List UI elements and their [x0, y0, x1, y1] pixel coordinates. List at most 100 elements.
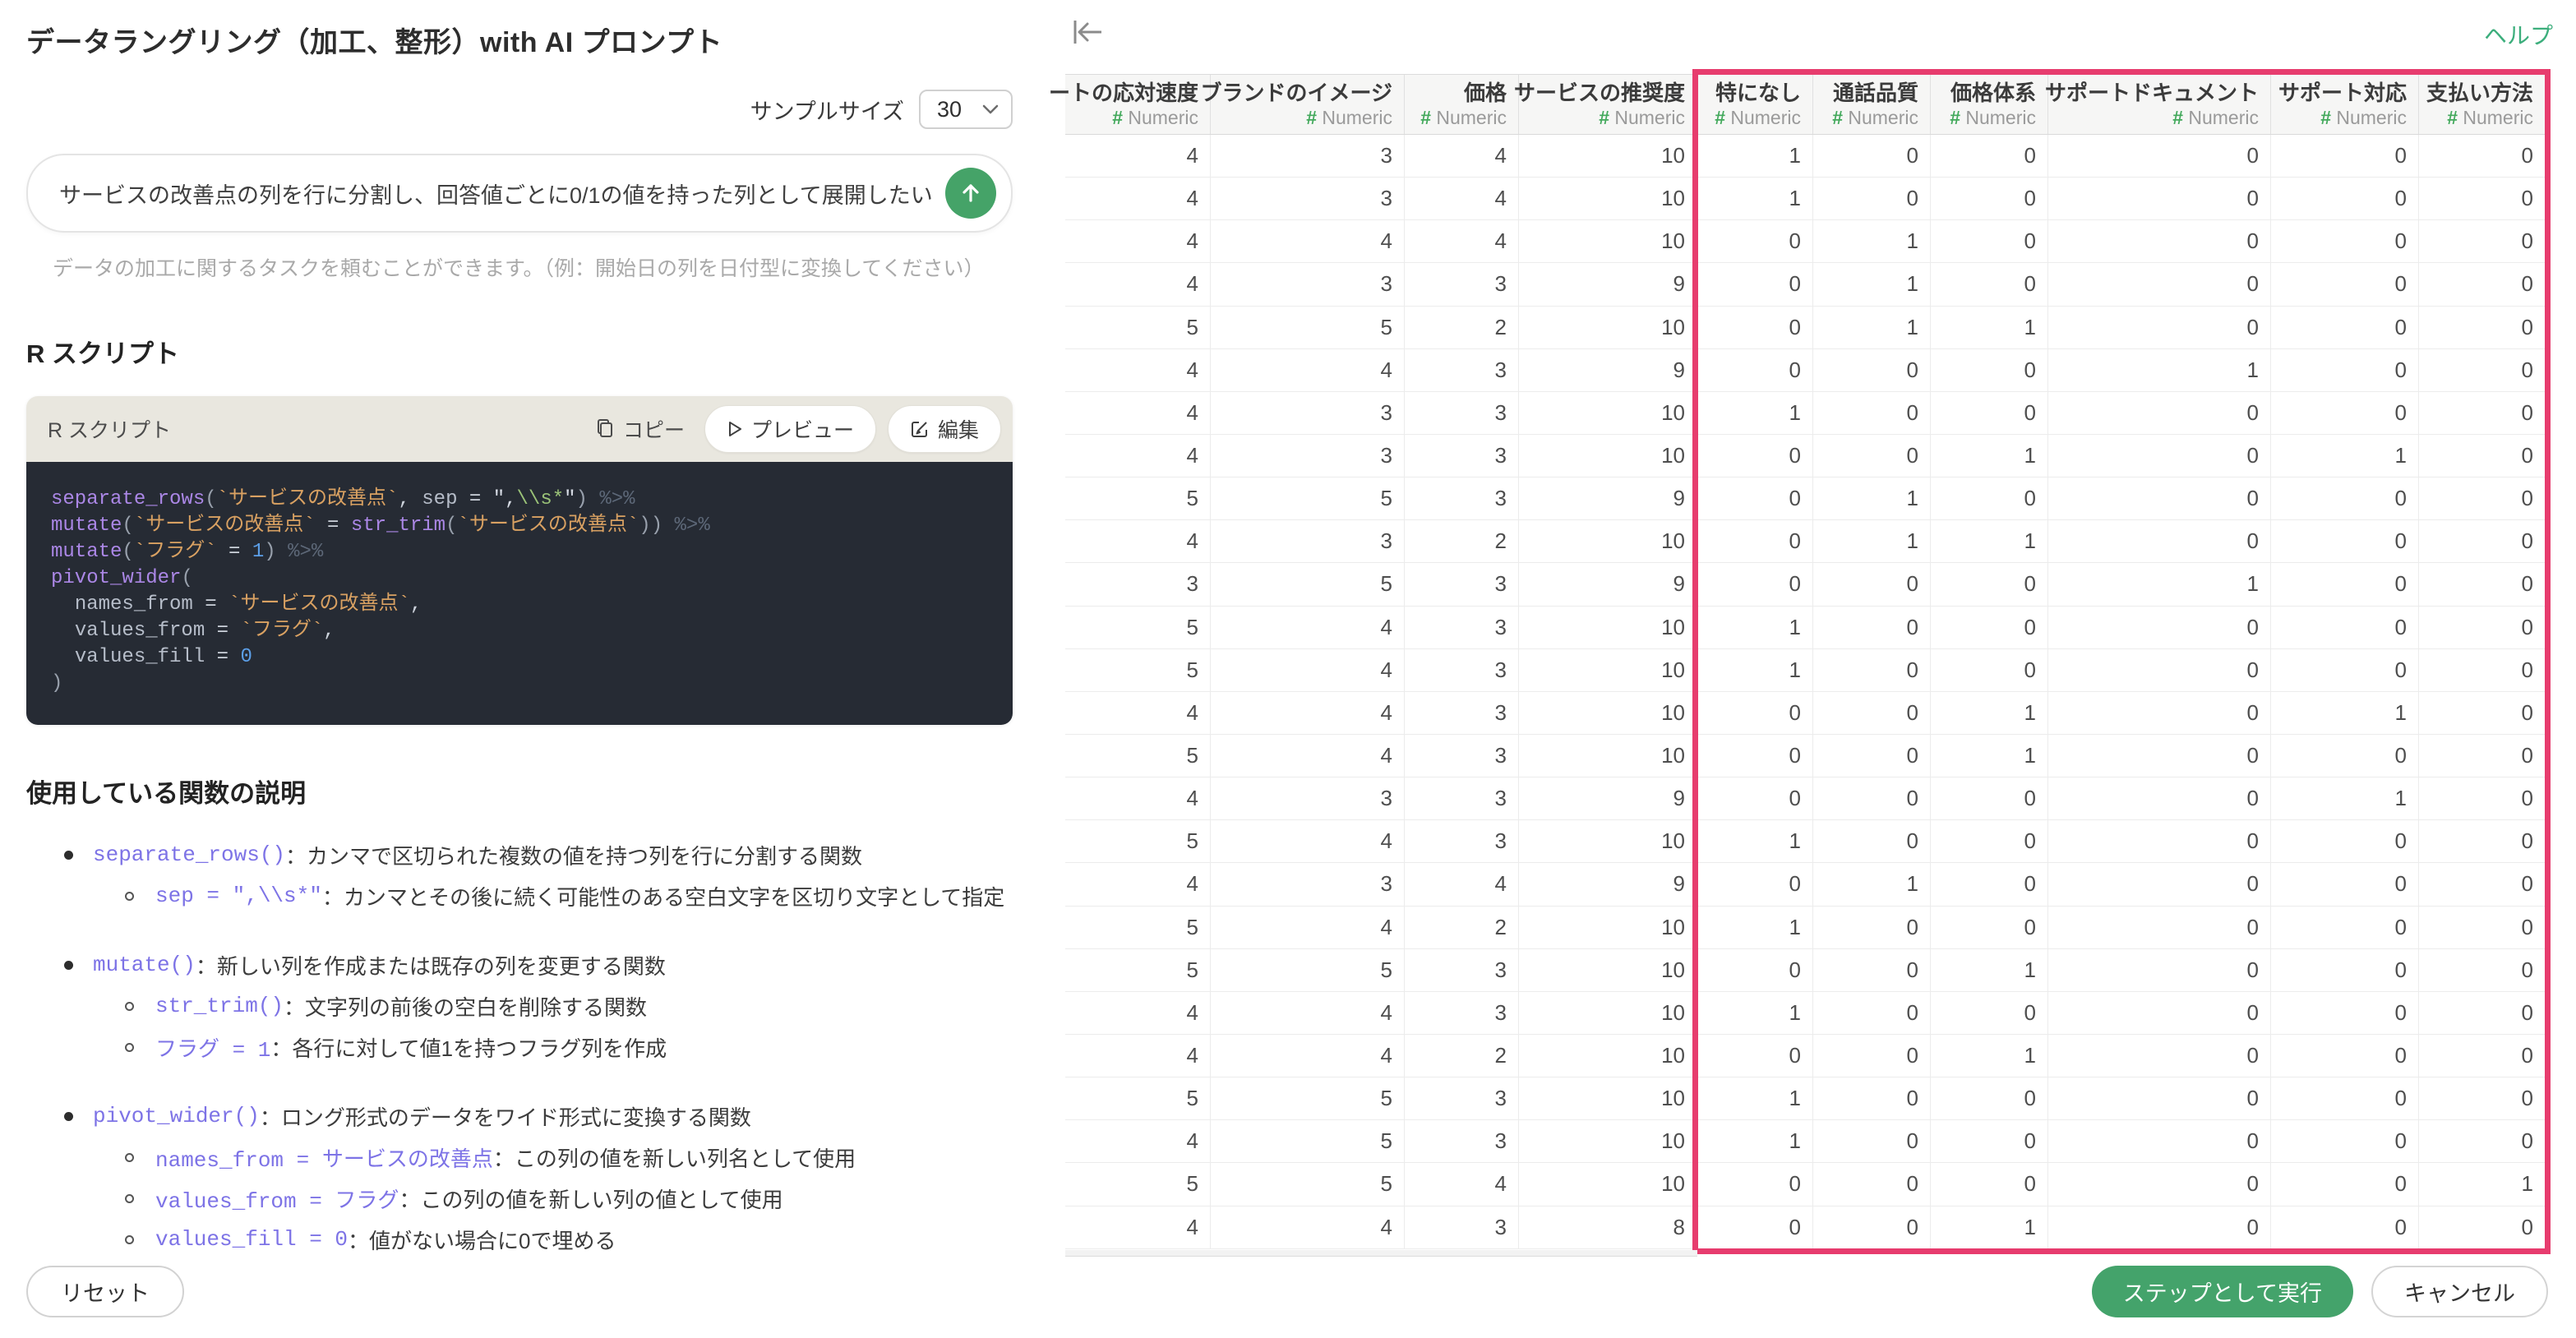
table-cell: 0 [2048, 948, 2271, 991]
table-cell: 0 [1813, 1077, 1931, 1120]
function-code: values_from = フラグ [155, 1188, 399, 1214]
table-cell: 1 [1697, 648, 1813, 691]
table-cell: 4 [1405, 135, 1519, 178]
column-type: # Numeric [1715, 107, 1801, 128]
prompt-input[interactable]: サービスの改善点の列を行に分割し、回答値ごとに0/1の値を持った列として展開した… [26, 154, 1013, 233]
collapse-panel-button[interactable] [1069, 13, 1106, 51]
table-cell: 0 [1813, 820, 1931, 863]
bullet-icon [125, 1193, 134, 1203]
function-item: sep = ",\\s*" ：カンマとその後に続く可能性のある空白文字を区切り文字… [0, 875, 1065, 916]
table-cell: 0 [2271, 348, 2419, 391]
table-cell: 10 [1519, 391, 1697, 434]
table-cell: 0 [1697, 691, 1813, 734]
table-cell: 0 [1931, 391, 2048, 434]
table-cell: 4 [1065, 135, 1211, 178]
table-cell: 0 [2048, 1034, 2271, 1077]
table-cell: 0 [1697, 734, 1813, 777]
column-header[interactable]: サポートドキュメント # Numeric [2045, 75, 2271, 134]
table-cell: 10 [1519, 520, 1697, 563]
table-cell: 3 [1405, 648, 1519, 691]
table-cell: 3 [1405, 348, 1519, 391]
table-cell: 1 [1813, 478, 1931, 520]
table-cell: 3 [1405, 391, 1519, 434]
function-item: str_trim() ：文字列の前後の空白を削除する関数 [0, 985, 1065, 1027]
table-cell: 1 [1697, 178, 1813, 220]
table-cell: 1 [2419, 1163, 2546, 1206]
submit-prompt-button[interactable] [945, 168, 996, 219]
table-cell: 0 [1931, 178, 2048, 220]
edit-button-label: 編集 [937, 419, 979, 442]
table-cell: 10 [1519, 1034, 1697, 1077]
column-header[interactable]: ートの応対速度 # Numeric [1049, 75, 1211, 134]
function-code: mutate() [93, 953, 196, 977]
function-item: pivot_wider() ：ロング形式のデータをワイド形式に変換する関数 [0, 1096, 1065, 1137]
cancel-button[interactable]: キャンセル [2371, 1266, 2548, 1317]
app-window: データラングリング（加工、整形）with AI プロンプト サンプルサイズ 30… [0, 0, 2576, 1338]
table-cell: 9 [1519, 478, 1697, 520]
column-header[interactable]: 支払い方法 # Numeric [2419, 75, 2546, 134]
table-cell: 0 [1813, 948, 1931, 991]
table-cell: 4 [1065, 1034, 1211, 1077]
table-row: 4349010000 [1065, 863, 2546, 907]
table-cell: 0 [2419, 520, 2546, 563]
functions-section-heading: 使用している関数の説明 [26, 779, 307, 808]
table-cell: 3 [1211, 178, 1405, 220]
column-header[interactable]: 通話品質 # Numeric [1813, 75, 1931, 134]
table-cell: 0 [1813, 1120, 1931, 1163]
table-cell: 10 [1519, 606, 1697, 648]
table-cell: 4 [1211, 991, 1405, 1034]
table-cell: 0 [1931, 348, 2048, 391]
table-cell: 0 [2271, 220, 2419, 263]
table-cell: 3 [1405, 991, 1519, 1034]
function-description: ：文字列の前後の空白を削除する関数 [284, 994, 648, 1020]
table-cell: 0 [1813, 348, 1931, 391]
table-cell: 0 [1931, 135, 2048, 178]
table-cell: 3 [1211, 135, 1405, 178]
edit-button[interactable]: 編集 [887, 405, 1001, 453]
table-cell: 5 [1211, 1077, 1405, 1120]
run-step-button[interactable]: ステップとして実行 [2091, 1266, 2353, 1317]
table-cell: 10 [1519, 135, 1697, 178]
table-cell: 4 [1065, 991, 1211, 1034]
function-item: names_from = サービスの改善点 ：この列の値を新しい列名として使用 [0, 1137, 1065, 1178]
function-description: ：新しい列を作成または既存の列を変更する関数 [195, 953, 666, 979]
help-link[interactable]: ヘルプ [2484, 18, 2553, 51]
preview-button[interactable]: プレビュー [704, 405, 876, 453]
table-cell: 10 [1519, 434, 1697, 478]
function-code: names_from = サービスの改善点 [155, 1147, 493, 1173]
table-cell: 1 [1813, 520, 1931, 563]
column-header[interactable]: 特になし # Numeric [1697, 75, 1813, 134]
table-cell: 5 [1211, 306, 1405, 348]
table-cell: 0 [1813, 648, 1931, 691]
table-cell: 4 [1065, 434, 1211, 478]
table-row: 4439000100 [1065, 348, 2546, 392]
table-cell: 0 [1931, 1163, 2048, 1206]
r-script-panel: R スクリプト コピー プレビュー 編集 separate_rows(`サービス… [26, 396, 1013, 725]
column-header[interactable]: サービスの推奨度 # Numeric [1514, 75, 1697, 134]
column-name: サポート対応 [2278, 81, 2407, 105]
table-row: 5 5 4 10 0 0 0 0 0 1 [1065, 1163, 2546, 1207]
table-row: 4 4 3 10 0 0 1 0 1 0 [1065, 691, 2546, 735]
table-cell: 0 [1931, 263, 2048, 306]
table-row: 4 3 4 10 1 0 0 0 0 0 [1065, 135, 2546, 178]
table-cell: 0 [2048, 1163, 2271, 1206]
table-cell: 3 [1405, 1120, 1519, 1163]
sample-size-row: サンプルサイズ 30 [0, 90, 1013, 129]
table-cell: 10 [1519, 691, 1697, 734]
table-cell: 0 [1931, 777, 2048, 820]
column-header[interactable]: 価格 # Numeric [1405, 75, 1519, 134]
column-header[interactable]: 価格体系 # Numeric [1931, 75, 2048, 134]
script-section-heading: R スクリプト [26, 339, 179, 368]
table-cell: 0 [2419, 263, 2546, 306]
table-row: 4 4 2 10 0 0 1 0 0 0 [1065, 1034, 2546, 1078]
table-cell: 9 [1519, 863, 1697, 906]
function-description: ：ロング形式のデータをワイド形式に変換する関数 [259, 1105, 751, 1130]
copy-button[interactable]: コピー [587, 414, 693, 444]
column-header[interactable]: サポート対応 # Numeric [2271, 75, 2419, 134]
sample-size-select[interactable]: 30 [919, 90, 1013, 129]
table-cell: 0 [1697, 263, 1813, 306]
reset-button[interactable]: リセット [26, 1266, 184, 1317]
table-cell: 4 [1065, 178, 1211, 220]
column-header[interactable]: ブランドのイメージ # Numeric [1201, 75, 1405, 134]
table-cell: 0 [2419, 606, 2546, 648]
